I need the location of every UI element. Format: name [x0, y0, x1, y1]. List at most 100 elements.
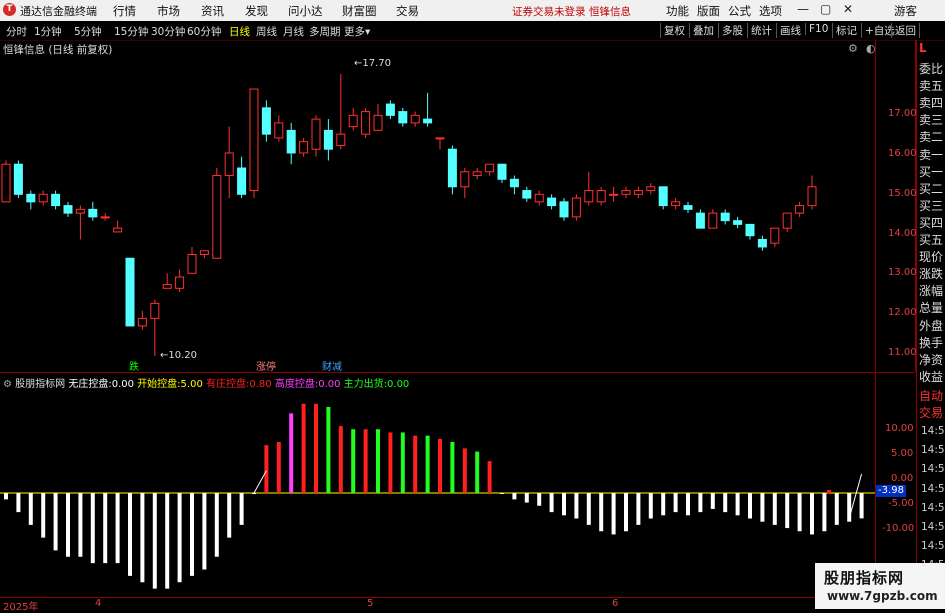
- sidebar-item[interactable]: 现价: [919, 248, 945, 265]
- candle[interactable]: [13, 160, 23, 199]
- period-item-active[interactable]: 日线: [229, 24, 250, 39]
- candle[interactable]: [547, 194, 557, 210]
- sidebar-item[interactable]: 买五: [919, 231, 945, 248]
- indicator-chart[interactable]: [0, 373, 875, 598]
- sidebar-item[interactable]: 涨跌: [919, 265, 945, 282]
- indicator-panel[interactable]: ⚙ 股朋指标网 无庄控盘:0.00 开始控盘:5.00 有庄控盘:0.80 高度…: [0, 372, 915, 598]
- candle[interactable]: [385, 100, 395, 120]
- candle[interactable]: [782, 212, 792, 232]
- candle[interactable]: [311, 115, 321, 157]
- candle[interactable]: [63, 201, 73, 217]
- candle[interactable]: [299, 137, 309, 157]
- period-item[interactable]: 60分钟: [187, 24, 221, 39]
- candle[interactable]: [571, 194, 581, 221]
- candle[interactable]: [162, 273, 172, 289]
- candle[interactable]: [38, 190, 48, 206]
- period-item[interactable]: 月线: [283, 24, 304, 39]
- toolbar-button[interactable]: 叠加: [689, 23, 717, 38]
- candle[interactable]: [199, 250, 209, 259]
- restore-icon[interactable]: ▢: [820, 2, 831, 16]
- candle[interactable]: [633, 186, 643, 199]
- candle[interactable]: [708, 209, 718, 229]
- period-item[interactable]: 分时: [6, 24, 27, 39]
- toolbar-button[interactable]: 画线: [776, 23, 804, 38]
- candle[interactable]: [286, 122, 296, 165]
- sidebar-item[interactable]: 外盘: [919, 317, 945, 334]
- sidebar-item[interactable]: 总量: [919, 299, 945, 316]
- menu-item[interactable]: 行情: [113, 3, 136, 19]
- sidebar-item[interactable]: 买四: [919, 214, 945, 231]
- candle[interactable]: [683, 201, 693, 214]
- candle[interactable]: [373, 104, 383, 131]
- sidebar-item[interactable]: 涨幅: [919, 282, 945, 299]
- candle[interactable]: [175, 269, 185, 293]
- candle[interactable]: [237, 156, 247, 199]
- candle[interactable]: [274, 115, 284, 142]
- menu-function[interactable]: 功能: [666, 3, 689, 19]
- candle[interactable]: [26, 190, 36, 210]
- sidebar-item[interactable]: 买三: [919, 197, 945, 214]
- period-item[interactable]: 1分钟: [34, 24, 62, 39]
- menu-item[interactable]: 问小达: [288, 3, 323, 19]
- period-item[interactable]: 30分钟: [151, 24, 185, 39]
- minimize-icon[interactable]: —: [797, 2, 809, 16]
- candle[interactable]: [336, 74, 346, 150]
- candle[interactable]: [559, 198, 569, 221]
- sidebar-item[interactable]: 卖五: [919, 77, 945, 94]
- sidebar-item[interactable]: 收益: [919, 368, 945, 385]
- candle[interactable]: [348, 107, 358, 131]
- toolbar-button[interactable]: 多股: [718, 23, 746, 38]
- period-item[interactable]: 15分钟: [114, 24, 148, 39]
- menu-item[interactable]: 交易: [396, 3, 419, 19]
- sidebar-top-label[interactable]: L: [919, 41, 945, 55]
- candle[interactable]: [1, 160, 11, 203]
- sidebar-item[interactable]: 买二: [919, 180, 945, 197]
- candle[interactable]: [113, 220, 123, 233]
- period-item[interactable]: 5分钟: [74, 24, 102, 39]
- toolbar-button[interactable]: F10: [805, 23, 831, 35]
- login-notice[interactable]: 证券交易未登录: [512, 4, 586, 19]
- sidebar-item[interactable]: 卖三: [919, 111, 945, 128]
- candle[interactable]: [695, 209, 705, 229]
- candle[interactable]: [807, 175, 817, 210]
- toolbar-button[interactable]: 复权: [660, 23, 688, 38]
- candle[interactable]: [212, 168, 222, 259]
- candle[interactable]: [187, 246, 197, 274]
- candle[interactable]: [596, 186, 606, 206]
- candle[interactable]: [658, 186, 668, 210]
- candle[interactable]: [733, 216, 743, 229]
- sidebar-item[interactable]: 卖一: [919, 146, 945, 163]
- sidebar-item[interactable]: 委比: [919, 60, 945, 77]
- candle[interactable]: [224, 126, 234, 199]
- period-more[interactable]: 更多▾: [344, 24, 370, 39]
- menu-formula[interactable]: 公式: [728, 3, 751, 19]
- candle[interactable]: [745, 223, 755, 240]
- sidebar-tab[interactable]: 自动: [919, 387, 945, 404]
- candle[interactable]: [361, 107, 371, 138]
- candle[interactable]: [323, 119, 333, 161]
- close-icon[interactable]: ✕: [843, 2, 853, 16]
- guest-label[interactable]: 游客: [894, 3, 917, 19]
- candle[interactable]: [88, 201, 98, 221]
- toolbar-button[interactable]: 统计: [747, 23, 775, 38]
- menu-item[interactable]: 发现: [245, 3, 268, 19]
- candle[interactable]: [795, 201, 805, 217]
- sidebar-item[interactable]: 卖四: [919, 94, 945, 111]
- candle[interactable]: [584, 171, 594, 206]
- candle[interactable]: [261, 100, 271, 142]
- kline-chart[interactable]: [0, 40, 875, 372]
- candle[interactable]: [646, 183, 656, 195]
- candle[interactable]: [460, 168, 470, 199]
- candle[interactable]: [435, 137, 445, 150]
- sidebar-item[interactable]: 卖二: [919, 128, 945, 145]
- menu-options[interactable]: 选项: [759, 3, 782, 19]
- candle[interactable]: [720, 209, 730, 225]
- menu-item[interactable]: 财富圈: [342, 3, 377, 19]
- candle[interactable]: [522, 186, 532, 202]
- candle[interactable]: [75, 205, 85, 240]
- candle[interactable]: [534, 190, 544, 206]
- candle[interactable]: [671, 198, 681, 210]
- sidebar-item[interactable]: 净资: [919, 351, 945, 368]
- candle[interactable]: [509, 175, 519, 195]
- kline-panel[interactable]: 恒锋信息 (日线 前复权) ⚙ ◐ 17.00 16.00 15.00 14.0…: [0, 40, 917, 373]
